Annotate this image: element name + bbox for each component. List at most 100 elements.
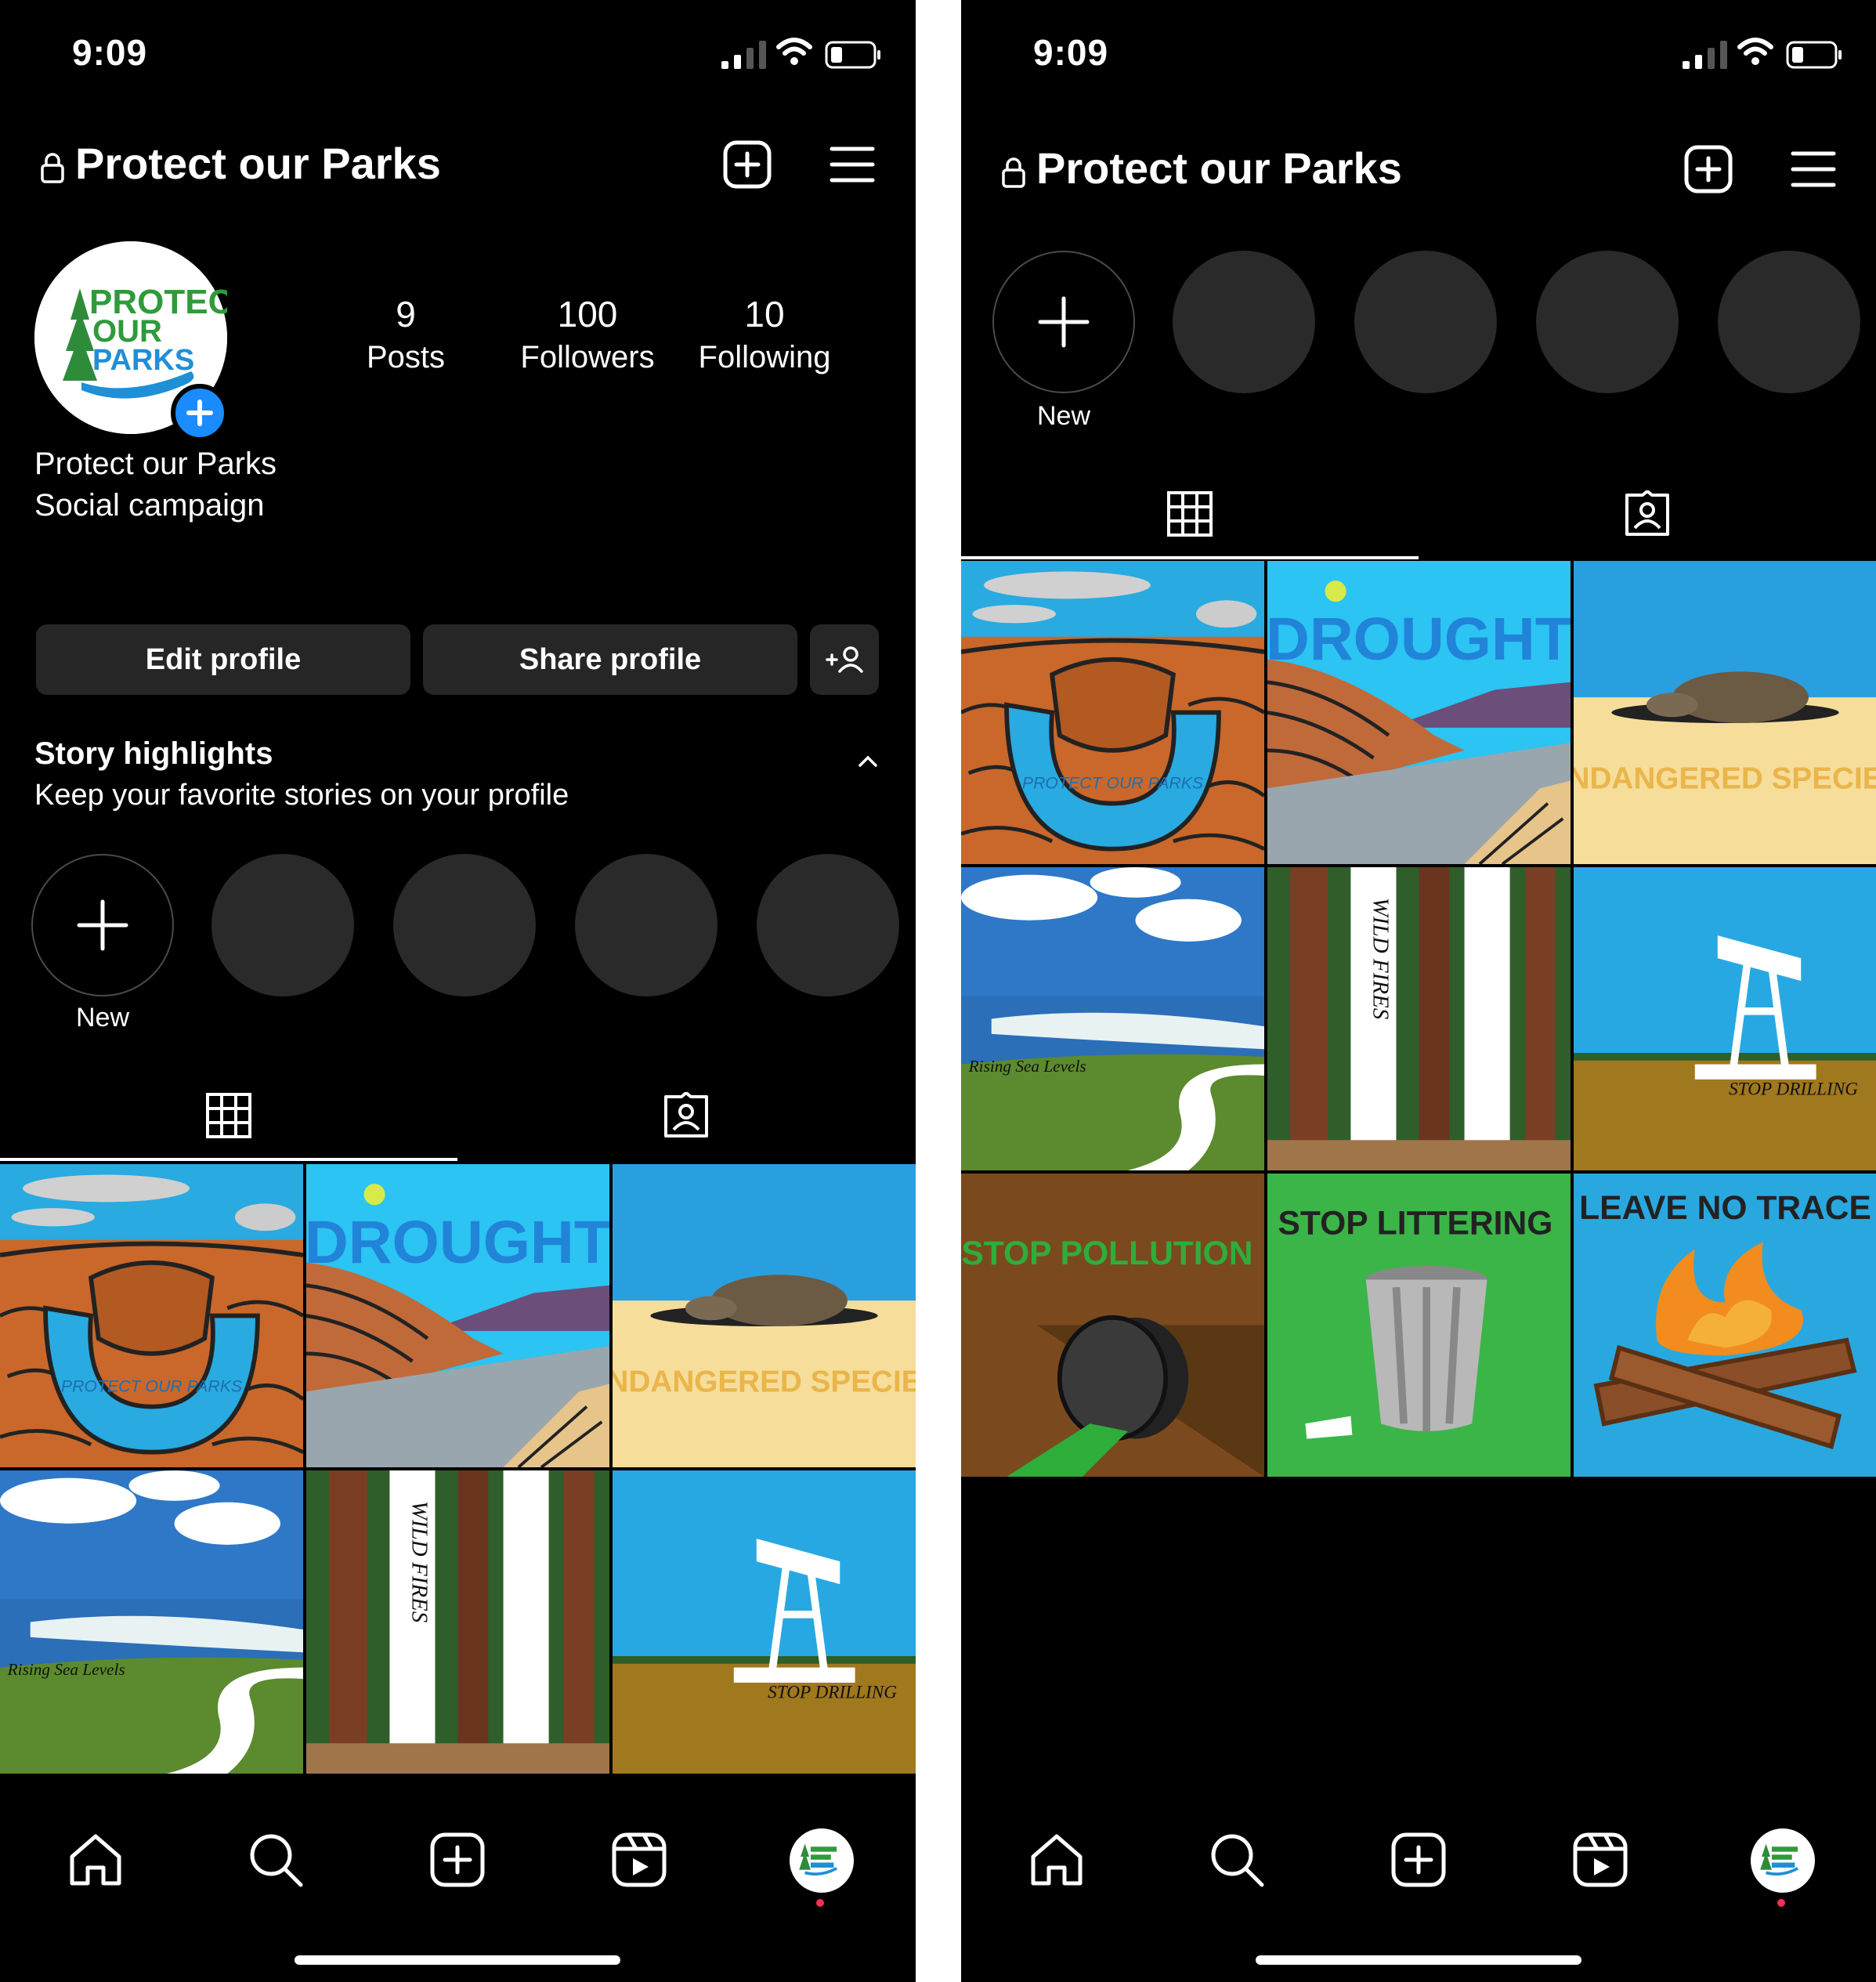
post-image: STOP LITTERING	[1267, 1174, 1571, 1477]
account-name[interactable]: Protect our Parks	[75, 138, 441, 189]
cellular-signal-icon	[721, 41, 766, 69]
post-image: LEAVE NO TRACE	[1574, 1174, 1876, 1477]
post-tile[interactable]: DROUGHT	[1267, 561, 1571, 864]
search-icon[interactable]	[246, 1830, 305, 1890]
stat-followers-label: Followers	[520, 340, 655, 374]
post-caption-text: Rising Sea Levels	[968, 1057, 1086, 1076]
stat-posts-value: 9	[396, 294, 416, 335]
tab-tagged[interactable]	[1419, 465, 1876, 559]
wifi-icon	[1737, 38, 1773, 65]
add-story-badge[interactable]	[171, 384, 229, 442]
post-tile[interactable]: STOP LITTERING	[1267, 1174, 1571, 1477]
profile-category: Social campaign	[34, 488, 265, 523]
post-tile[interactable]: LEAVE NO TRACE	[1574, 1174, 1876, 1477]
home-icon[interactable]	[1027, 1830, 1086, 1890]
status-time: 9:09	[72, 32, 148, 73]
logo-text-parks: PARKS	[92, 344, 194, 377]
stat-following-value: 10	[744, 294, 785, 335]
highlight-placeholder	[1173, 251, 1315, 393]
post-image: Rising Sea Levels	[961, 867, 1264, 1170]
stat-followers[interactable]: 100 Followers	[501, 291, 674, 378]
highlight-placeholder	[1354, 251, 1497, 393]
profile-header: Protect our Parks	[961, 135, 1876, 205]
status-bar: 9:09	[0, 0, 916, 118]
wifi-icon	[776, 38, 812, 65]
battery-icon	[1786, 41, 1842, 69]
stat-followers-value: 100	[557, 294, 618, 335]
new-highlight-button[interactable]	[992, 251, 1135, 393]
stat-posts[interactable]: 9 Posts	[320, 291, 492, 378]
new-highlight-button[interactable]	[31, 854, 174, 996]
post-caption-text: WILD FIRES	[1368, 898, 1393, 1020]
active-tab-indicator	[0, 1158, 457, 1161]
post-tile[interactable]: WILD FIRES	[1267, 867, 1571, 1170]
tagged-person-icon	[664, 1092, 708, 1137]
post-image: DROUGHT	[306, 1164, 609, 1467]
menu-icon[interactable]	[1788, 144, 1838, 194]
create-post-icon[interactable]	[722, 139, 772, 190]
post-caption-text: DROUGHT	[1267, 606, 1571, 673]
status-time: 9:09	[1033, 32, 1109, 73]
cellular-signal-icon	[1683, 41, 1727, 69]
post-image: ENDANGERED SPECIES	[1574, 561, 1876, 864]
home-indicator	[1256, 1955, 1581, 1965]
tab-posts-grid[interactable]	[961, 465, 1419, 559]
menu-icon[interactable]	[827, 139, 877, 190]
notification-dot	[1777, 1899, 1785, 1907]
bottom-navigation	[0, 1799, 916, 1982]
chevron-up-icon[interactable]	[855, 750, 880, 771]
post-tile[interactable]: STOP DRILLING	[1574, 867, 1876, 1170]
new-post-icon[interactable]	[1389, 1830, 1448, 1890]
post-image: WILD FIRES	[1267, 867, 1571, 1170]
post-image: PROTECT OUR PARKS	[0, 1164, 303, 1467]
battery-icon	[825, 41, 880, 69]
posts-grid: PROTECT OUR PARKS DROUGHT ENDANGERED SPE…	[0, 1164, 916, 1775]
post-tile[interactable]: ENDANGERED SPECIES	[613, 1164, 916, 1467]
post-tile[interactable]: STOP POLLUTION	[961, 1174, 1264, 1477]
home-icon[interactable]	[66, 1830, 125, 1890]
post-image: PROTECT OUR PARKS	[961, 561, 1264, 864]
post-tile[interactable]: PROTECT OUR PARKS	[961, 561, 1264, 864]
discover-people-button[interactable]	[810, 624, 879, 695]
stat-posts-label: Posts	[366, 340, 446, 374]
profile-tab-avatar[interactable]	[790, 1828, 854, 1893]
post-tile[interactable]: DROUGHT	[306, 1164, 609, 1467]
reels-icon[interactable]	[609, 1830, 669, 1890]
lock-icon	[41, 153, 64, 183]
account-name[interactable]: Protect our Parks	[1036, 143, 1402, 193]
edit-profile-button[interactable]: Edit profile	[36, 624, 410, 695]
create-post-icon[interactable]	[1683, 144, 1733, 194]
post-tile[interactable]: PROTECT OUR PARKS	[0, 1164, 303, 1467]
post-tile[interactable]: Rising Sea Levels	[961, 867, 1264, 1170]
post-caption-text: STOP DRILLING	[1729, 1079, 1858, 1099]
post-caption-text: LEAVE NO TRACE	[1579, 1189, 1871, 1227]
story-highlights-title: Story highlights	[34, 736, 273, 771]
content-tabs	[0, 1067, 916, 1161]
post-image: STOP POLLUTION	[961, 1174, 1264, 1477]
post-caption-text: PROTECT OUR PARKS	[1022, 773, 1203, 792]
tab-posts-grid[interactable]	[0, 1067, 457, 1161]
profile-header: Protect our Parks	[0, 130, 916, 201]
stat-following[interactable]: 10 Following	[678, 291, 851, 378]
story-highlights-subtitle: Keep your favorite stories on your profi…	[34, 779, 569, 812]
post-tile[interactable]: Rising Sea Levels	[0, 1470, 303, 1774]
plus-icon	[1038, 296, 1090, 348]
search-icon[interactable]	[1207, 1830, 1267, 1890]
post-caption-text: STOP LITTERING	[1278, 1204, 1553, 1242]
post-caption-text: STOP DRILLING	[768, 1682, 897, 1702]
share-profile-button[interactable]: Share profile	[423, 624, 797, 695]
plus-icon	[77, 899, 128, 951]
post-tile[interactable]: WILD FIRES	[306, 1470, 609, 1774]
new-post-icon[interactable]	[428, 1830, 487, 1890]
reels-icon[interactable]	[1571, 1830, 1630, 1890]
post-tile[interactable]: ENDANGERED SPECIES	[1574, 561, 1876, 864]
post-caption-text: DROUGHT	[306, 1209, 609, 1276]
highlight-placeholder	[393, 854, 536, 996]
highlight-placeholder	[1536, 251, 1679, 393]
tagged-person-icon	[1625, 490, 1669, 536]
stat-following-label: Following	[698, 340, 831, 374]
tab-tagged[interactable]	[457, 1067, 915, 1161]
protect-our-parks-logo	[1760, 1843, 1798, 1876]
post-tile[interactable]: STOP DRILLING	[613, 1470, 916, 1774]
profile-tab-avatar[interactable]	[1751, 1828, 1815, 1893]
